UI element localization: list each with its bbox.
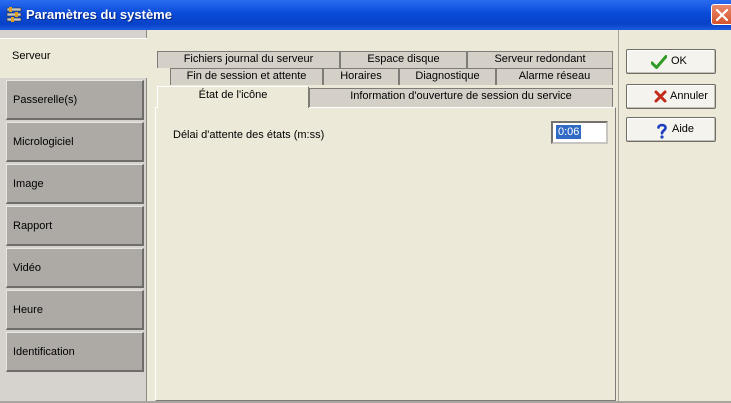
window-title: Paramètres du système [26,7,172,22]
sidebar-item-identification[interactable]: Identification [6,332,144,372]
help-label: Aide [672,123,695,135]
sidebar-item-label: Identification [13,346,75,358]
cancel-label: Annuler [670,90,708,102]
sidebar-item-label: Serveur [12,50,51,62]
tab-fichiers-journal[interactable]: Fichiers journal du serveur [157,51,340,68]
sidebar-item-heure[interactable]: Heure [6,290,144,330]
sidebar-item-serveur[interactable]: Serveur [0,38,147,78]
checkmark-icon [650,55,668,69]
delay-input[interactable]: 0:06 [551,121,608,144]
tab-panel: Délai d'attente des états (m:ss) 0:06 [155,107,616,401]
sidebar-item-label: Vidéo [13,262,41,274]
tab-diagnostique[interactable]: Diagnostique [399,68,496,85]
sidebar-item-label: Micrologiciel [13,136,74,148]
tab-information-ouverture-session[interactable]: Information d'ouverture de session du se… [309,88,613,107]
close-button[interactable] [711,4,731,25]
tab-espace-disque[interactable]: Espace disque [340,51,467,68]
tab-horaires[interactable]: Horaires [323,68,399,85]
sidebar-item-video[interactable]: Vidéo [6,248,144,288]
sidebar-item-passerelles[interactable]: Passerelle(s) [6,80,144,120]
ok-label: OK [671,55,687,67]
close-icon [716,9,728,21]
sidebar-item-label: Passerelle(s) [13,94,78,106]
title-bar: Paramètres du système [0,0,731,30]
sidebar-item-label: Heure [13,304,43,316]
tab-fin-de-session[interactable]: Fin de session et attente [170,68,323,85]
sidebar-item-label: Image [13,178,44,190]
sidebar-item-label: Rapport [13,220,53,232]
tab-etat-icone[interactable]: État de l'icône [157,86,309,108]
question-icon [656,123,670,139]
delay-label: Délai d'attente des états (m:ss) [173,129,325,141]
cancel-button[interactable]: Annuler [626,84,716,109]
delay-value: 0:06 [556,125,582,139]
ok-button[interactable]: OK [626,49,716,74]
tab-alarme-reseau[interactable]: Alarme réseau [496,68,613,85]
x-icon [654,90,668,104]
sidebar-item-image[interactable]: Image [6,164,144,204]
tab-serveur-redondant[interactable]: Serveur redondant [467,51,613,68]
help-button[interactable]: Aide [626,117,716,142]
sidebar-item-micrologiciel[interactable]: Micrologiciel [6,122,144,162]
settings-window-icon [6,7,22,23]
sidebar: Serveur Passerelle(s) Micrologiciel Imag… [0,30,147,403]
sidebar-item-rapport[interactable]: Rapport [6,206,144,246]
